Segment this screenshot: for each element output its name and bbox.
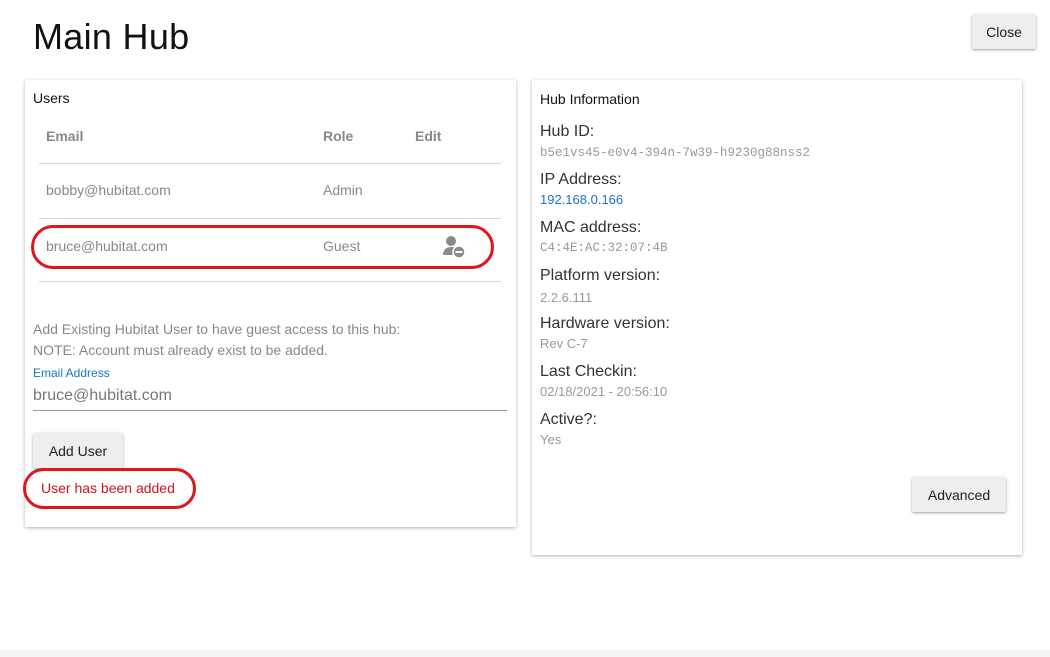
user-email-cell: bobby@hubitat.com [46, 182, 171, 198]
hub-id-label: Hub ID: [540, 123, 595, 140]
users-card-title: Users [33, 90, 70, 106]
page-title: Main Hub [33, 16, 190, 57]
divider [39, 281, 501, 282]
add-user-instructions: Add Existing Hubitat User to have guest … [33, 321, 401, 337]
divider [39, 163, 501, 164]
active-value: Yes [540, 432, 562, 447]
ip-address-link[interactable]: 192.168.0.166 [540, 192, 623, 207]
column-header-edit: Edit [415, 128, 442, 144]
hub-id-value: b5e1vs45-e0v4-394n-7w39-h9230g88nss2 [540, 146, 811, 160]
ip-address-label: IP Address: [540, 171, 622, 188]
user-role-cell: Guest [323, 238, 361, 254]
active-label: Active?: [540, 411, 597, 428]
last-checkin-label: Last Checkin: [540, 363, 637, 380]
advanced-button[interactable]: Advanced [912, 477, 1006, 512]
user-role-cell: Admin [323, 182, 363, 198]
email-field-label: Email Address [33, 366, 110, 380]
users-card: Users Email Role Edit bobby@hubitat.com … [23, 80, 516, 527]
mac-address-value: C4:4E:AC:32:07:4B [540, 241, 668, 255]
hub-information-card: Hub Information Hub ID: b5e1vs45-e0v4-39… [532, 80, 1022, 555]
column-header-role: Role [323, 128, 354, 144]
platform-version-value: 2.2.6.111 [540, 290, 593, 305]
remove-user-icon[interactable] [441, 234, 467, 260]
mac-address-label: MAC address: [540, 219, 642, 236]
hub-information-title: Hub Information [540, 91, 640, 107]
divider [39, 218, 501, 219]
email-field[interactable] [33, 382, 507, 411]
column-header-email: Email [46, 128, 84, 144]
last-checkin-value: 02/18/2021 - 20:56:10 [540, 384, 668, 399]
platform-version-label: Platform version: [540, 267, 661, 284]
status-message: User has been added [41, 480, 175, 496]
hardware-version-label: Hardware version: [540, 315, 670, 332]
page-footer-strip [0, 650, 1050, 657]
add-user-button[interactable]: Add User [33, 433, 123, 468]
user-email-cell: bruce@hubitat.com [46, 238, 168, 254]
hardware-version-value: Rev C-7 [540, 336, 588, 351]
close-button[interactable]: Close [972, 14, 1036, 49]
add-user-note: NOTE: Account must already exist to be a… [33, 342, 328, 358]
